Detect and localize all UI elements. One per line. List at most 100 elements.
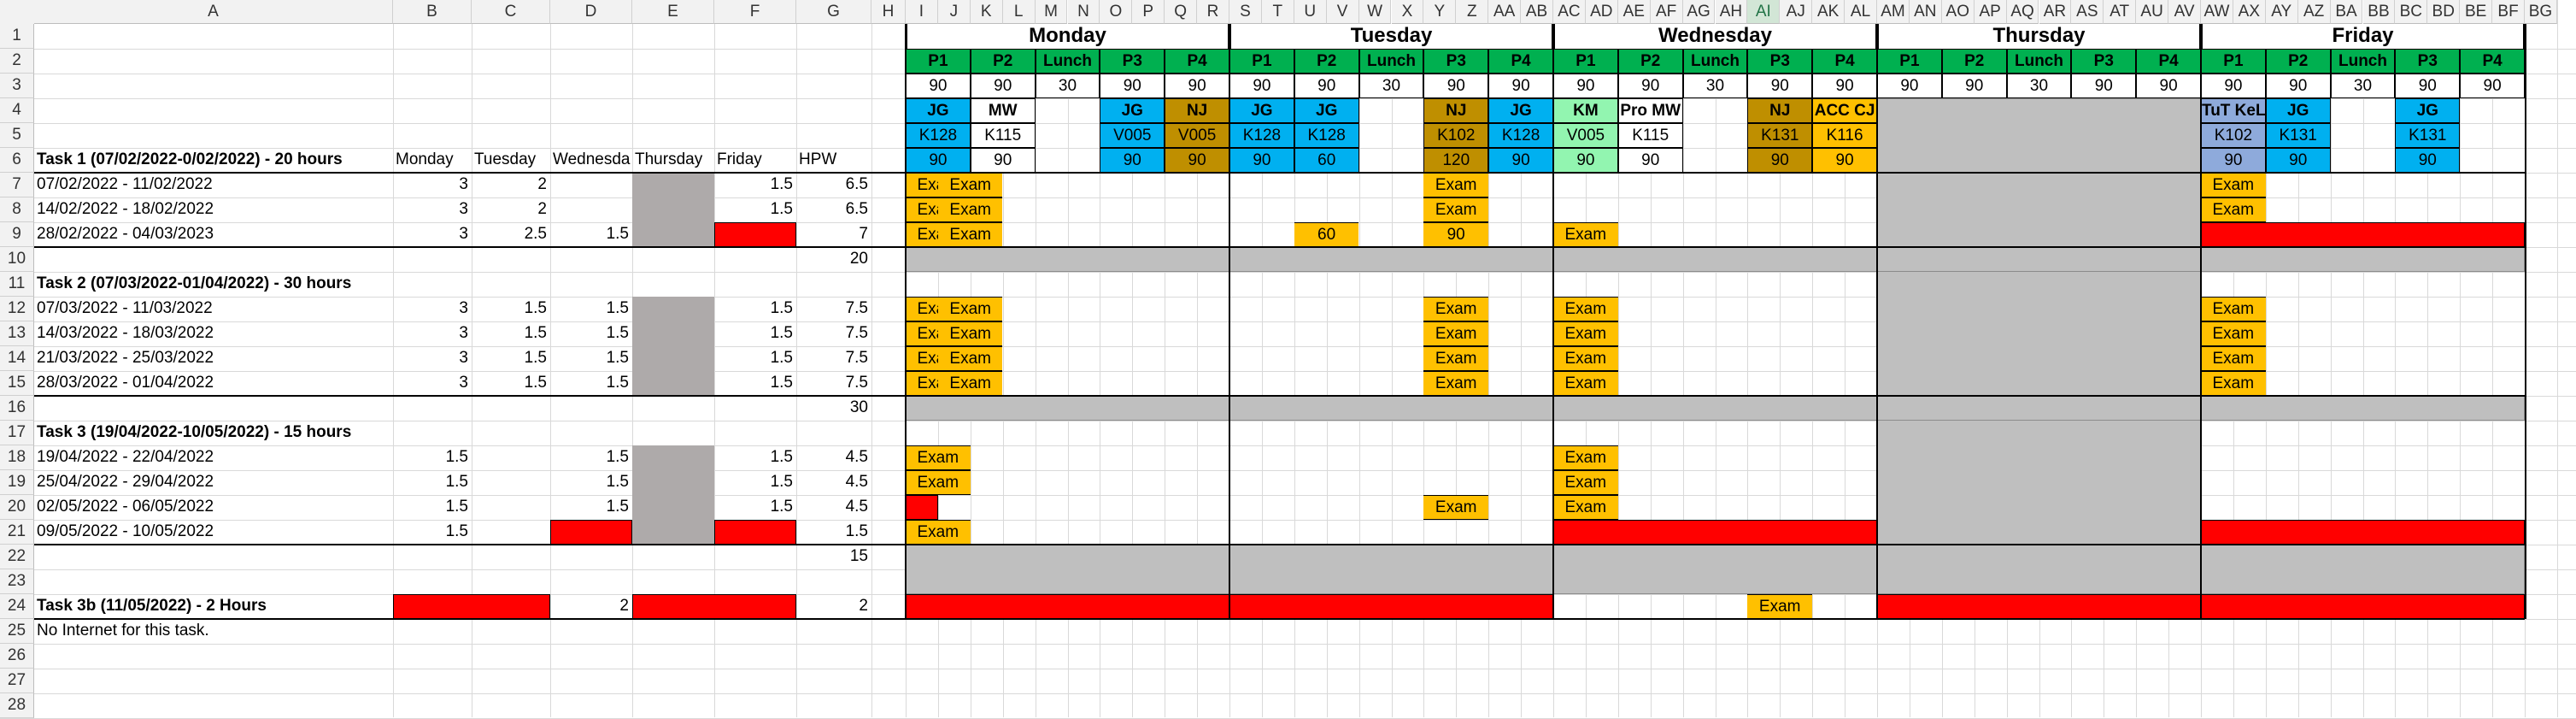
column-header[interactable]: G [796,0,871,24]
column-header[interactable]: X [1391,0,1424,24]
row-header[interactable]: 7 [0,173,34,197]
hours-value[interactable]: 1.5 [393,470,472,495]
exam-cell[interactable]: Exam [1553,346,1618,371]
hours-value[interactable]: 6.5 [796,173,871,197]
column-header[interactable]: T [1261,0,1294,24]
column-header[interactable]: AM [1877,0,1910,24]
lesson-block[interactable]: K115 [970,123,1036,148]
hours-value[interactable]: 3 [393,173,472,197]
lesson-block[interactable]: NJ [1423,98,1489,123]
row-header[interactable]: 23 [0,569,34,594]
exam-cell[interactable]: Exam [937,297,1003,321]
lesson-block[interactable]: V005 [1165,123,1229,148]
hours-value[interactable]: 7.5 [796,346,871,371]
lesson-block[interactable]: KM [1553,98,1618,123]
hours-value[interactable]: 1.5 [393,520,472,545]
column-header[interactable]: AS [2071,0,2104,24]
row-header[interactable]: 5 [0,123,34,148]
column-header[interactable]: AU [2136,0,2169,24]
column-header[interactable]: Q [1165,0,1198,24]
column-header[interactable]: F [714,0,796,24]
column-header[interactable]: S [1229,0,1262,24]
lesson-block[interactable]: K128 [1294,123,1359,148]
exam-cell[interactable]: Exam [906,520,971,545]
row-header[interactable]: 4 [0,98,34,123]
column-header[interactable]: BG [2525,0,2557,24]
exam-cell[interactable]: Exam [1553,321,1618,346]
exam-cell[interactable]: Exam [937,346,1003,371]
lesson-block[interactable]: K102 [1423,123,1489,148]
row-header[interactable]: 8 [0,197,34,222]
column-header[interactable]: L [1002,0,1036,24]
hours-value[interactable]: 7.5 [796,297,871,321]
column-header[interactable]: E [632,0,714,24]
hours-value[interactable]: 1.5 [472,321,550,346]
hours-value[interactable]: 7.5 [796,321,871,346]
lesson-block[interactable]: K131 [2265,123,2331,148]
hours-value[interactable]: 7.5 [796,371,871,396]
lesson-block[interactable]: 60 [1294,148,1359,173]
column-header[interactable]: AO [1941,0,1975,24]
lesson-block[interactable]: JG [2395,98,2461,123]
column-header[interactable]: AH [1715,0,1748,24]
row-header[interactable]: 28 [0,693,34,718]
lesson-block[interactable]: K131 [1747,123,1813,148]
column-header[interactable]: P [1132,0,1165,24]
lesson-block[interactable]: JG [1229,98,1294,123]
row-header[interactable]: 19 [0,470,34,495]
lesson-block[interactable]: V005 [1100,123,1165,148]
lesson-block[interactable]: JG [906,98,971,123]
hours-value[interactable]: 1.5 [796,520,871,545]
hours-value[interactable]: 2 [472,197,550,222]
hours-value[interactable]: 1.5 [714,495,796,520]
exam-cell[interactable]: Exam [1553,297,1618,321]
hours-value[interactable]: 7 [796,222,871,247]
exam-cell[interactable]: Exam [1423,173,1488,197]
hours-value[interactable]: 2 [472,173,550,197]
lesson-block[interactable]: JG [2265,98,2331,123]
lesson-block[interactable]: K116 [1812,123,1877,148]
hours-value[interactable]: 1.5 [472,346,550,371]
hours-value[interactable]: 1.5 [714,470,796,495]
exam-cell[interactable]: Exam [2201,297,2266,321]
exam-cell[interactable]: Exam [1423,371,1488,396]
hours-value[interactable]: 1.5 [472,297,550,321]
exam-cell[interactable]: Exam [1553,222,1618,247]
lesson-block[interactable]: K128 [1229,123,1294,148]
exam-cell[interactable]: Exam [937,197,1003,222]
column-header[interactable]: AW [2201,0,2233,24]
hours-value[interactable]: 1.5 [550,371,632,396]
column-header[interactable]: O [1100,0,1133,24]
hours-value[interactable]: 3 [393,222,472,247]
exam-cell[interactable]: Exam [1553,495,1618,520]
hours-value[interactable]: 2.5 [472,222,550,247]
hours-value[interactable]: 1.5 [714,173,796,197]
lesson-block[interactable]: K131 [2395,123,2461,148]
row-header[interactable]: 18 [0,445,34,470]
hours-value[interactable]: 20 [796,247,871,272]
hours-value[interactable]: 1.5 [714,445,796,470]
lesson-block[interactable]: 90 [906,148,971,173]
hours-value[interactable]: 1.5 [714,321,796,346]
exam-cell[interactable]: Exam [937,321,1003,346]
column-header[interactable]: BB [2362,0,2396,24]
column-header[interactable]: R [1197,0,1229,24]
lesson-block[interactable]: 90 [1747,148,1813,173]
row-header[interactable]: 24 [0,594,34,619]
row-header[interactable]: 22 [0,545,34,569]
lesson-block[interactable]: K128 [906,123,971,148]
column-header[interactable]: AR [2039,0,2072,24]
row-header[interactable]: 10 [0,247,34,272]
lesson-block[interactable]: JG [1100,98,1165,123]
lesson-block[interactable]: 90 [2201,148,2266,173]
row-header[interactable]: 15 [0,371,34,396]
hours-value[interactable]: 3 [393,321,472,346]
exam-cell[interactable]: Exam [2201,197,2266,222]
exam-cell[interactable]: Exam [1747,594,1812,619]
hours-value[interactable]: 6.5 [796,197,871,222]
column-header[interactable]: AC [1553,0,1586,24]
select-all-corner[interactable] [0,0,34,24]
exam-cell[interactable]: Exam [2201,371,2266,396]
lesson-block[interactable]: K102 [2201,123,2266,148]
exam-cell[interactable]: 60 [1294,222,1359,247]
